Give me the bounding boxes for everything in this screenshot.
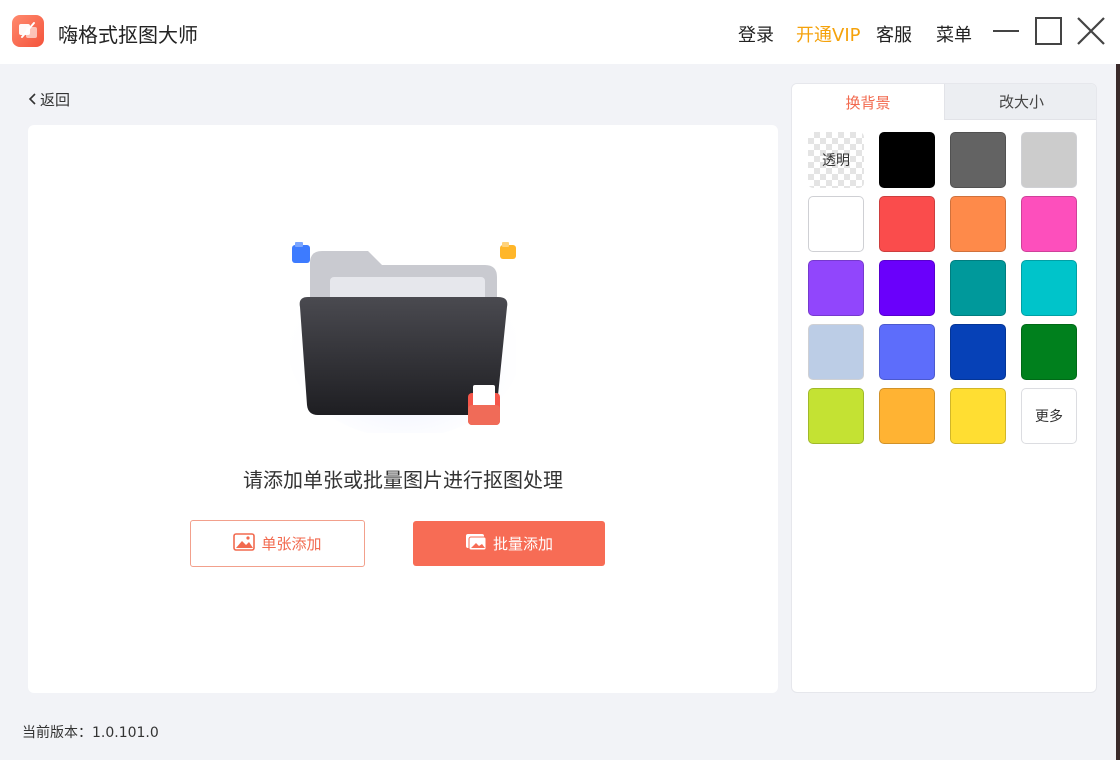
color-swatch[interactable] bbox=[879, 388, 935, 444]
color-swatch[interactable] bbox=[808, 388, 864, 444]
color-swatch[interactable] bbox=[1021, 132, 1077, 188]
maximize-button[interactable] bbox=[1033, 14, 1065, 48]
image-icon bbox=[233, 532, 256, 555]
chevron-left-icon bbox=[28, 91, 37, 109]
app-title: 嗨格式抠图大师 bbox=[58, 23, 198, 47]
color-swatch[interactable] bbox=[808, 196, 864, 252]
tab-resize[interactable]: 改大小 bbox=[944, 84, 1096, 120]
back-link[interactable]: 返回 bbox=[28, 89, 70, 110]
color-swatch[interactable] bbox=[1021, 324, 1077, 380]
window-edge bbox=[1116, 64, 1120, 760]
color-swatch[interactable] bbox=[950, 324, 1006, 380]
swatch-transparent[interactable]: 透明 bbox=[808, 132, 864, 188]
color-swatch-grid: 透明更多 bbox=[808, 132, 1080, 444]
color-swatch[interactable] bbox=[808, 260, 864, 316]
version-label: 当前版本：1.0.101.0 bbox=[22, 725, 159, 741]
minimize-button[interactable] bbox=[990, 14, 1022, 48]
color-swatch[interactable] bbox=[1021, 260, 1077, 316]
color-swatch[interactable] bbox=[879, 260, 935, 316]
background-panel: 换背景 改大小 透明更多 bbox=[791, 83, 1097, 693]
login-link[interactable]: 登录 bbox=[738, 21, 774, 47]
color-swatch[interactable] bbox=[879, 132, 935, 188]
tab-change-background[interactable]: 换背景 bbox=[792, 84, 944, 120]
color-swatch[interactable] bbox=[879, 196, 935, 252]
color-swatch[interactable] bbox=[879, 324, 935, 380]
images-icon bbox=[465, 533, 487, 555]
upload-panel[interactable]: 请添加单张或批量图片进行抠图处理 单张添加 批量添加 bbox=[28, 125, 778, 693]
color-swatch[interactable] bbox=[1021, 196, 1077, 252]
color-swatch[interactable] bbox=[950, 388, 1006, 444]
folder-illustration-icon bbox=[287, 233, 523, 438]
vip-link[interactable]: 开通VIP bbox=[796, 21, 860, 47]
upload-prompt: 请添加单张或批量图片进行抠图处理 bbox=[243, 468, 563, 492]
add-batch-button[interactable]: 批量添加 bbox=[413, 521, 605, 566]
menu-link[interactable]: 菜单 bbox=[936, 21, 972, 47]
more-colors-button[interactable]: 更多 bbox=[1021, 388, 1077, 444]
add-single-button[interactable]: 单张添加 bbox=[190, 520, 365, 567]
close-button[interactable] bbox=[1075, 14, 1107, 48]
color-swatch[interactable] bbox=[950, 132, 1006, 188]
color-swatch[interactable] bbox=[808, 324, 864, 380]
color-swatch[interactable] bbox=[950, 260, 1006, 316]
app-logo-icon bbox=[12, 15, 44, 47]
color-swatch[interactable] bbox=[950, 196, 1006, 252]
add-batch-label: 批量添加 bbox=[492, 535, 553, 553]
add-single-label: 单张添加 bbox=[261, 535, 322, 553]
back-label: 返回 bbox=[40, 91, 71, 109]
customer-service-link[interactable]: 客服 bbox=[876, 21, 912, 47]
title-bar: 嗨格式抠图大师 登录 开通VIP 客服 菜单 bbox=[0, 0, 1120, 64]
